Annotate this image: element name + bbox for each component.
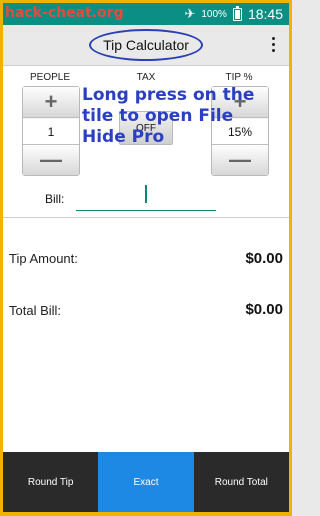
screen-frame — [0, 0, 292, 516]
